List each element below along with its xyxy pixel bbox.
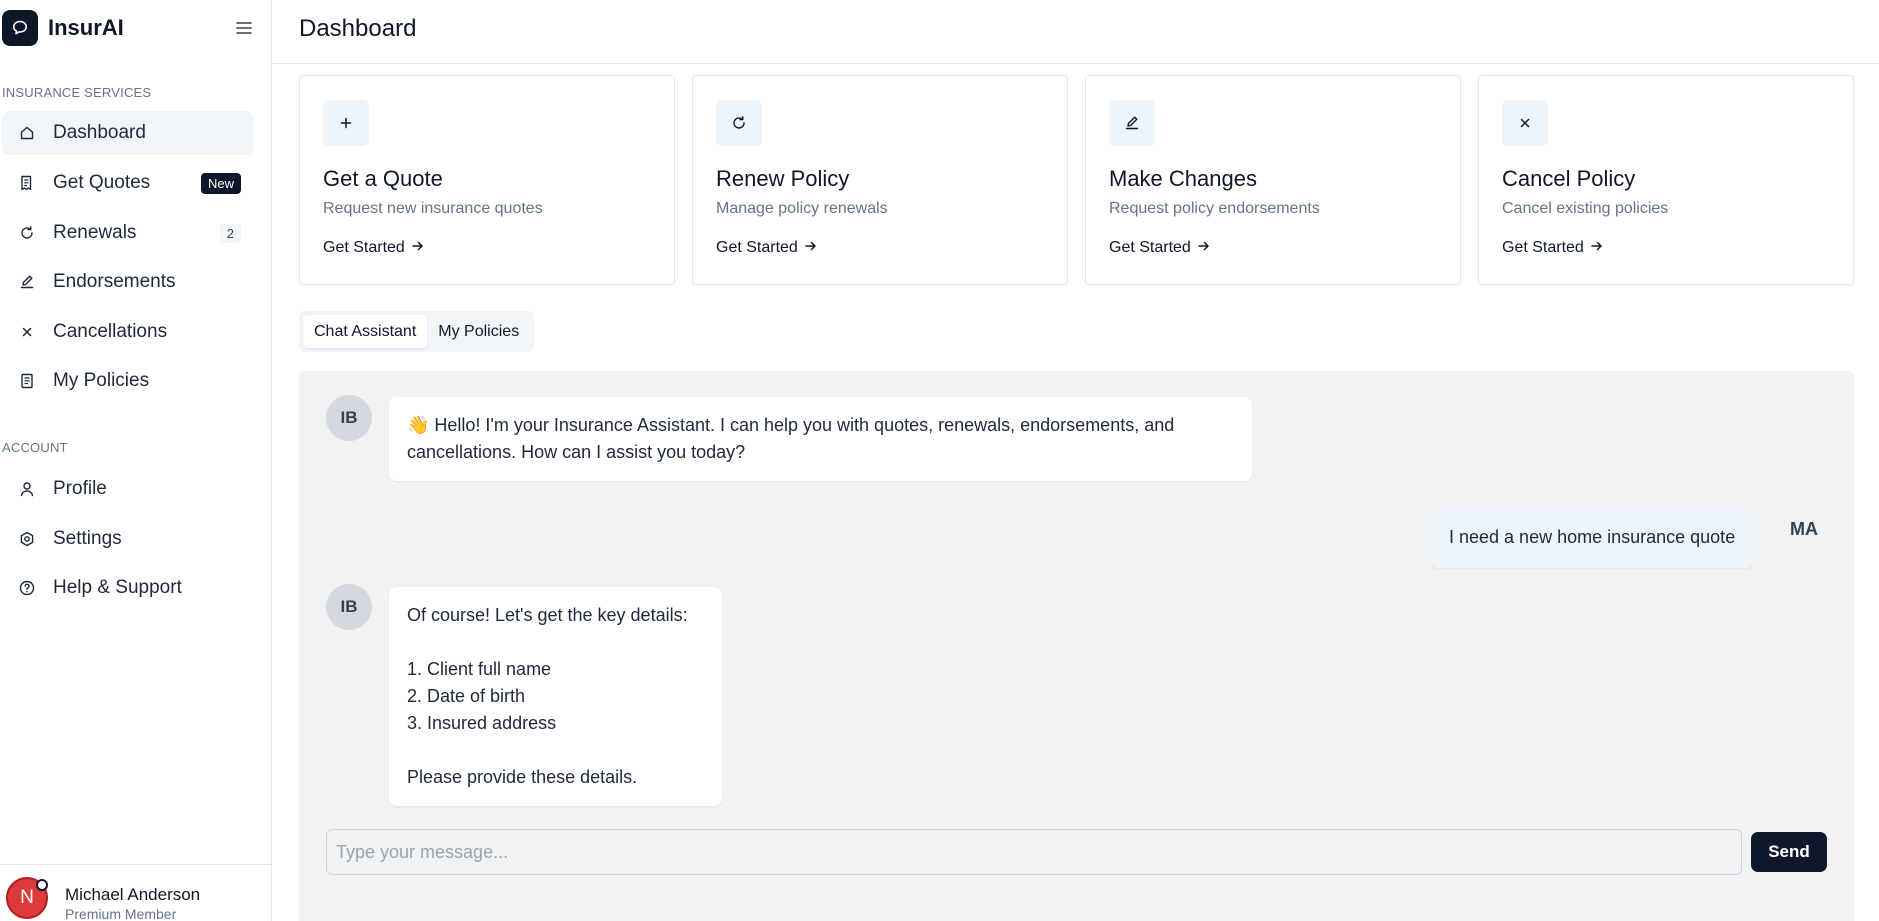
header: Dashboard (272, 0, 1879, 64)
sidebar-item-label: My Policies (53, 370, 150, 391)
sidebar-item-dashboard[interactable]: Dashboard (2, 111, 253, 155)
brand[interactable]: InsurAI (2, 10, 124, 46)
pencil-icon (1109, 100, 1155, 146)
card-title: Renew Policy (716, 166, 850, 191)
sidebar-item-profile[interactable]: Profile (2, 467, 253, 511)
cta-label: Get Started (1502, 239, 1584, 256)
sidebar-item-renewals[interactable]: Renewals 2 (2, 211, 253, 255)
cta-label: Get Started (323, 239, 405, 256)
card-title: Make Changes (1109, 166, 1257, 191)
sidebar-item-label: Dashboard (53, 122, 146, 143)
card-description: Request new insurance quotes (323, 200, 543, 217)
gear-icon (18, 530, 36, 548)
sidebar-item-label: Cancellations (53, 321, 168, 342)
card-title: Cancel Policy (1502, 166, 1636, 191)
get-started-link[interactable]: Get Started (716, 239, 818, 257)
page-title: Dashboard (299, 15, 417, 42)
plus-icon (323, 100, 369, 146)
card-description: Manage policy renewals (716, 200, 888, 217)
card-make-changes[interactable]: Make Changes Request policy endorsements… (1085, 75, 1461, 285)
sidebar: InsurAI INSURANCE SERVICES Dashboard Get… (0, 0, 272, 921)
user-name: Michael Anderson (65, 885, 201, 904)
get-started-link[interactable]: Get Started (323, 239, 425, 257)
sidebar-item-label: Renewals (53, 222, 137, 243)
new-badge: New (200, 172, 241, 194)
arrow-right-icon (1197, 239, 1211, 257)
logo-icon (2, 10, 38, 46)
cta-label: Get Started (1109, 239, 1191, 256)
sidebar-item-label: Get Quotes (53, 172, 151, 193)
user-avatar: MA (1790, 518, 1818, 539)
user-icon (18, 480, 36, 498)
card-description: Cancel existing policies (1502, 200, 1669, 217)
section-label-insurance-services: INSURANCE SERVICES (2, 85, 152, 100)
user-message: I need a new home insurance quote (1431, 506, 1754, 568)
send-button[interactable]: Send (1751, 832, 1827, 872)
help-circle-icon (18, 579, 36, 597)
tab-list: Chat Assistant My Policies (299, 311, 535, 352)
pencil-icon (18, 273, 36, 291)
arrow-right-icon (804, 239, 818, 257)
document-icon (18, 372, 36, 390)
count-badge: 2 (219, 223, 241, 243)
status-indicator (36, 879, 48, 891)
assistant-avatar: IB (326, 584, 372, 630)
sidebar-item-settings[interactable]: Settings (2, 517, 253, 561)
get-started-link[interactable]: Get Started (1109, 239, 1211, 257)
user-tier: Premium Member (65, 906, 177, 921)
refresh-icon (18, 224, 36, 242)
tab-chat-assistant[interactable]: Chat Assistant (303, 315, 428, 348)
card-title: Get a Quote (323, 166, 443, 191)
message-composer: Send (326, 829, 1827, 875)
sidebar-item-get-quotes[interactable]: Get Quotes New (2, 161, 253, 205)
home-icon (18, 124, 36, 142)
refresh-icon (716, 100, 762, 146)
section-label-account: ACCOUNT (2, 440, 68, 455)
sidebar-item-help-support[interactable]: Help & Support (2, 566, 253, 610)
cta-label: Get Started (716, 239, 798, 256)
assistant-avatar: IB (326, 395, 372, 441)
assistant-message: 👋 Hello! I'm your Insurance Assistant. I… (389, 397, 1252, 481)
sidebar-item-label: Endorsements (53, 271, 176, 292)
receipt-icon (18, 174, 36, 192)
sidebar-item-label: Help & Support (53, 577, 182, 598)
card-get-a-quote[interactable]: Get a Quote Request new insurance quotes… (299, 75, 675, 285)
sidebar-item-cancellations[interactable]: Cancellations (2, 310, 253, 354)
assistant-message: Of course! Let's get the key details: 1.… (389, 587, 722, 806)
x-icon (18, 323, 36, 341)
app-name: InsurAI (48, 15, 124, 40)
user-profile-footer[interactable]: N Michael Anderson Premium Member (0, 864, 271, 921)
sidebar-item-label: Settings (53, 528, 122, 549)
card-cancel-policy[interactable]: Cancel Policy Cancel existing policies G… (1478, 75, 1854, 285)
menu-icon[interactable] (234, 18, 254, 38)
sidebar-item-my-policies[interactable]: My Policies (2, 359, 253, 403)
arrow-right-icon (411, 239, 425, 257)
card-description: Request policy endorsements (1109, 200, 1320, 217)
sidebar-item-endorsements[interactable]: Endorsements (2, 260, 253, 304)
chat-panel: IB 👋 Hello! I'm your Insurance Assistant… (299, 371, 1854, 921)
get-started-link[interactable]: Get Started (1502, 239, 1604, 257)
message-input[interactable] (326, 829, 1742, 875)
arrow-right-icon (1590, 239, 1604, 257)
tab-my-policies[interactable]: My Policies (427, 315, 530, 348)
sidebar-item-label: Profile (53, 478, 107, 499)
card-renew-policy[interactable]: Renew Policy Manage policy renewals Get … (692, 75, 1068, 285)
x-icon (1502, 100, 1548, 146)
